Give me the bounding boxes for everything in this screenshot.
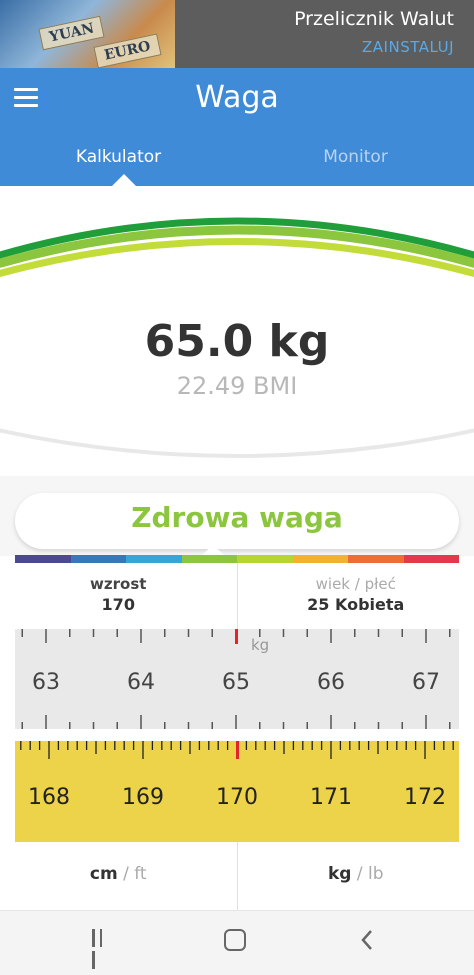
ad-title: Przelicznik Walut xyxy=(294,8,454,30)
status-area: Zdrowa waga xyxy=(0,476,474,556)
weight-ruler[interactable]: 63 64 65 66 67 kg xyxy=(15,629,459,729)
weight-unit-label: kg xyxy=(251,636,270,654)
unit-lb[interactable]: lb xyxy=(368,864,384,884)
height-label: wzrost xyxy=(90,575,147,593)
age-label: wiek xyxy=(315,575,350,593)
sex-label: płeć xyxy=(364,575,396,593)
weight-status-badge: Zdrowa waga xyxy=(15,493,459,549)
height-tape-indicator xyxy=(236,741,239,759)
height-tape-label: 170 xyxy=(216,785,258,810)
app-bar: Waga xyxy=(0,68,474,128)
tab-monitor[interactable]: Monitor xyxy=(237,128,474,186)
weight-ruler-scale: 63 64 65 66 67 xyxy=(21,629,451,729)
weight-value: 65.0 kg xyxy=(144,316,330,367)
age-sex-value: 25 Kobieta xyxy=(307,595,405,614)
ad-install-button[interactable]: ZAINSTALUJ xyxy=(362,38,454,56)
height-tape-label: 172 xyxy=(404,785,446,810)
bmi-scale-segment xyxy=(292,555,348,563)
bmi-scale-segment xyxy=(237,555,293,563)
unit-cm[interactable]: cm xyxy=(90,864,118,884)
home-icon[interactable] xyxy=(224,929,246,951)
height-tape-measure[interactable]: 168 169 170 171 172 xyxy=(15,741,459,842)
bmi-scale-segment xyxy=(15,555,71,563)
weight-ruler-label: 66 xyxy=(317,670,345,695)
ad-banknotes-image: YUAN EURO xyxy=(0,0,175,68)
height-unit-toggle[interactable]: cm / ft xyxy=(0,842,237,910)
bmi-scale-segment xyxy=(403,555,459,563)
tab-bar: Kalkulator Monitor xyxy=(0,128,474,186)
ad-banner[interactable]: YUAN EURO Przelicznik Walut ZAINSTALUJ xyxy=(0,0,474,68)
app-title: Waga xyxy=(195,80,279,115)
weight-unit-toggle[interactable]: kg / lb xyxy=(236,842,474,910)
weight-ruler-label: 65 xyxy=(222,670,250,695)
unit-kg[interactable]: kg xyxy=(328,864,351,884)
weight-status-label: Zdrowa waga xyxy=(131,501,343,534)
unit-ft[interactable]: ft xyxy=(134,864,146,884)
banknote-euro: EURO xyxy=(93,33,162,68)
profile-info-row: wzrost 170 wiek / płeć 25 Kobieta xyxy=(0,563,474,629)
banknote-yuan: YUAN xyxy=(38,15,106,51)
height-info[interactable]: wzrost 170 xyxy=(0,563,237,629)
weight-ruler-indicator xyxy=(235,629,238,644)
height-tape-label: 168 xyxy=(28,785,70,810)
bmi-scale-pointer xyxy=(202,545,224,555)
height-tape-label: 171 xyxy=(310,785,352,810)
app-screen: YUAN EURO Przelicznik Walut ZAINSTALUJ W… xyxy=(0,0,474,975)
recent-apps-icon[interactable] xyxy=(92,929,114,969)
units-row: cm / ft kg / lb xyxy=(0,842,474,910)
height-tape-label: 169 xyxy=(122,785,164,810)
bmi-scale-segment xyxy=(126,555,182,563)
height-value: 170 xyxy=(101,595,135,614)
weight-ruler-label: 67 xyxy=(412,670,440,695)
bmi-scale-segment xyxy=(181,555,237,563)
age-sex-label: wiek / płeć xyxy=(315,575,396,593)
back-icon[interactable] xyxy=(360,929,374,951)
weight-ruler-label: 63 xyxy=(32,670,60,695)
weight-ruler-label: 64 xyxy=(127,670,155,695)
bmi-scale-segment xyxy=(348,555,404,563)
bmi-scale-segment xyxy=(70,555,126,563)
bmi-value: 22.49 BMI xyxy=(176,372,298,400)
active-tab-indicator xyxy=(112,174,136,186)
bmi-color-scale xyxy=(15,555,459,563)
bmi-gauge: 65.0 kg 22.49 BMI xyxy=(0,186,474,476)
system-nav-bar xyxy=(0,910,474,975)
age-sex-info[interactable]: wiek / płeć 25 Kobieta xyxy=(236,563,474,629)
